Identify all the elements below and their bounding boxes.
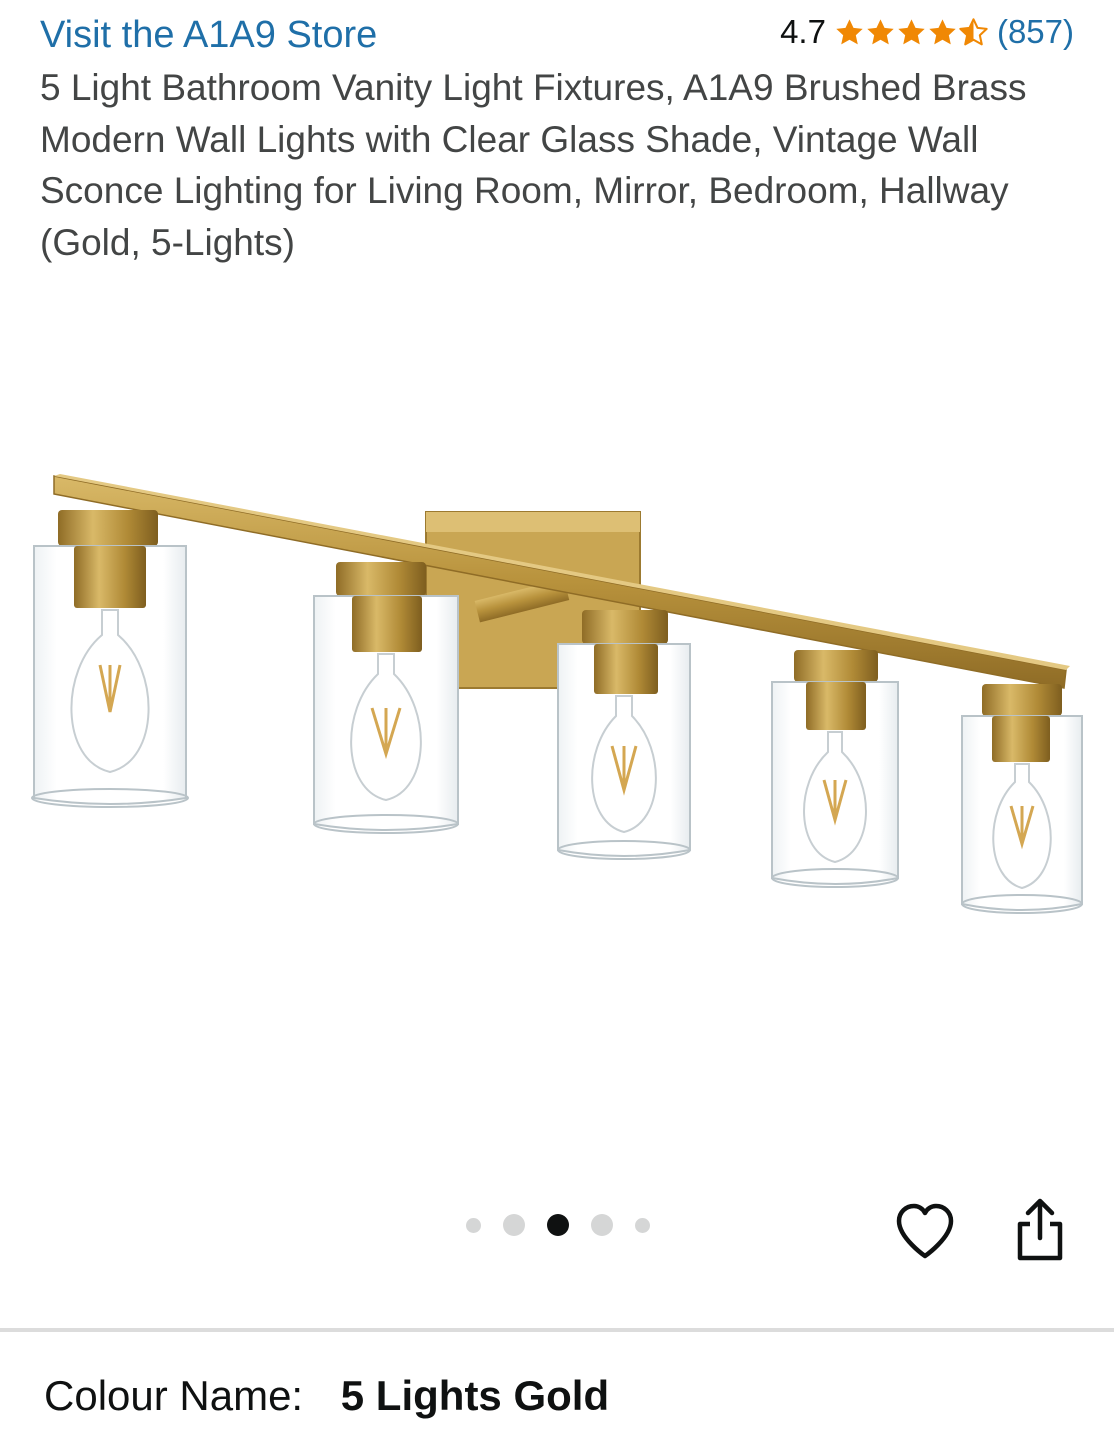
visit-store-link[interactable]: Visit the A1A9 Store [40, 12, 377, 58]
image-pagination[interactable] [455, 1214, 661, 1236]
star-full-icon [867, 18, 894, 44]
star-rating [834, 17, 989, 48]
pagination-dot-active[interactable] [547, 1214, 569, 1236]
section-divider [0, 1328, 1114, 1332]
pagination-dot[interactable] [503, 1214, 525, 1236]
product-title: 5 Light Bathroom Vanity Light Fixtures, … [40, 67, 1027, 263]
colour-selection: Colour Name: 5 Lights Gold [44, 1370, 609, 1422]
colour-value: 5 Lights Gold [340, 1372, 610, 1419]
star-full-icon [836, 18, 863, 44]
star-full-icon [898, 18, 925, 44]
wishlist-button[interactable] [893, 1200, 957, 1264]
heart-icon [896, 1203, 954, 1259]
rating-summary[interactable]: 4.7 (857) [780, 12, 1074, 52]
pagination-dot[interactable] [635, 1217, 650, 1233]
share-icon [1017, 1198, 1063, 1261]
share-button[interactable] [1008, 1196, 1072, 1262]
colour-label: Colour Name: [44, 1372, 304, 1419]
star-full-icon [929, 18, 956, 44]
pagination-dot[interactable] [591, 1214, 613, 1236]
product-image[interactable] [20, 460, 1094, 930]
star-half-icon [959, 17, 988, 45]
rating-value: 4.7 [780, 13, 826, 50]
pagination-dot[interactable] [466, 1217, 481, 1233]
review-count-link[interactable]: (857) [997, 13, 1074, 51]
